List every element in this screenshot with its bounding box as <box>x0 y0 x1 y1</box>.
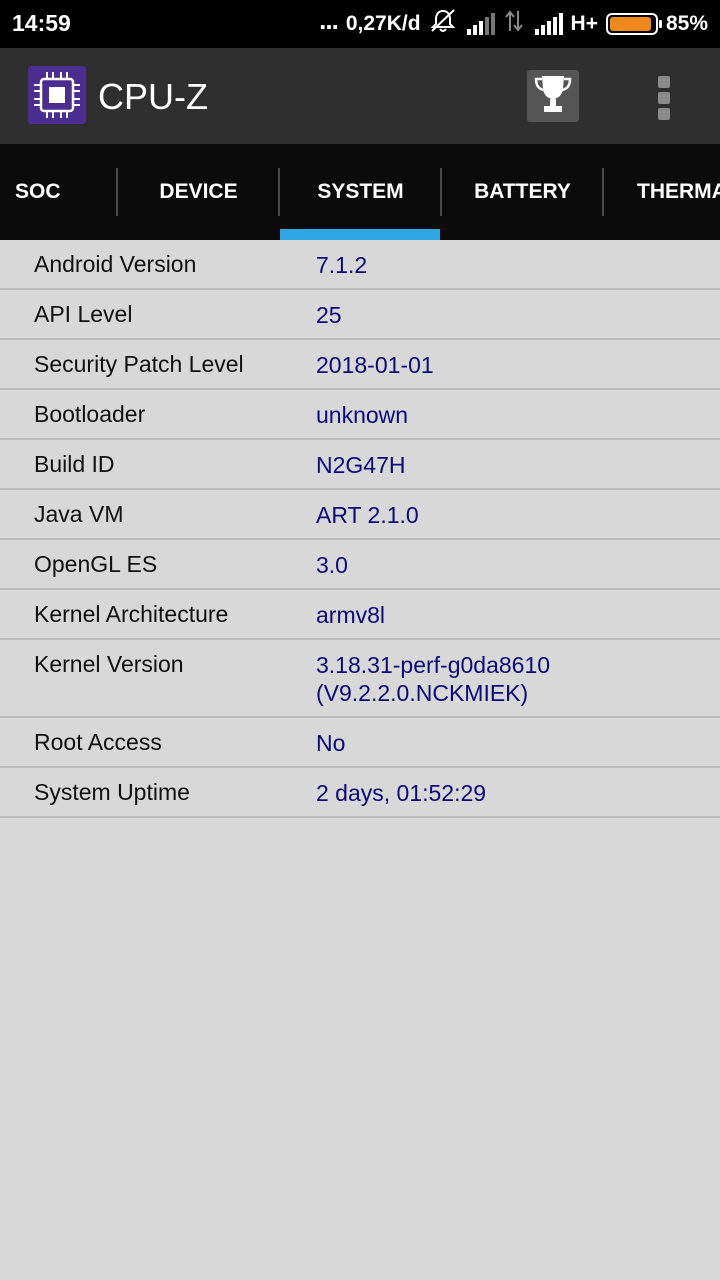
status-time: 14:59 <box>12 10 71 36</box>
cpu-chip-icon <box>28 66 86 124</box>
data-arrows-icon <box>503 9 525 39</box>
trophy-button[interactable] <box>527 70 579 122</box>
list-item: Android Version 7.1.2 <box>0 240 720 290</box>
selected-tab-indicator <box>280 229 440 240</box>
list-item: Root Access No <box>0 718 720 768</box>
row-label: Root Access <box>34 729 162 755</box>
row-label: Kernel Version <box>34 651 184 677</box>
status-indicators: ... 0,27K/d H+ 85% <box>319 0 708 48</box>
battery-percent: 85% <box>665 12 708 35</box>
row-value: 2 days, 01:52:29 <box>316 780 487 806</box>
row-value: ART 2.1.0 <box>316 502 419 528</box>
alarm-off-icon <box>429 8 457 40</box>
status-bar: 14:59 ... 0,27K/d H+ 85% <box>0 0 720 48</box>
list-item: Build ID N2G47H <box>0 440 720 490</box>
network-type: H+ <box>570 12 598 35</box>
trophy-icon <box>533 73 573 120</box>
list-item: Security Patch Level 2018-01-01 <box>0 340 720 390</box>
list-item: Kernel Architecture armv8l <box>0 590 720 640</box>
row-value: No <box>316 730 346 756</box>
row-value: 2018-01-01 <box>316 352 434 378</box>
row-value: N2G47H <box>316 452 406 478</box>
tab-bar: SOC DEVICE SYSTEM BATTERY THERMA <box>0 144 720 240</box>
list-item: Bootloader unknown <box>0 390 720 440</box>
notification-dots-icon: ... <box>319 5 339 35</box>
signal-1-icon <box>465 13 495 35</box>
row-label: Android Version <box>34 251 197 277</box>
signal-2-icon <box>533 13 563 35</box>
row-value: armv8l <box>316 602 386 628</box>
row-label: Security Patch Level <box>34 351 244 377</box>
tab-system[interactable]: SYSTEM <box>280 144 441 240</box>
row-value: 25 <box>316 302 342 328</box>
net-speed: 0,27K/d <box>345 12 421 35</box>
row-label: Bootloader <box>34 401 146 427</box>
overflow-menu-icon[interactable] <box>652 72 676 120</box>
tab-battery[interactable]: BATTERY <box>442 144 603 240</box>
app-bar: CPU-Z <box>0 48 720 144</box>
row-value: 3.0 <box>316 552 348 578</box>
row-label: API Level <box>34 301 133 327</box>
list-item: Kernel Version 3.18.31-perf-g0da8610 (V9… <box>0 640 720 718</box>
row-label: System Uptime <box>34 779 190 805</box>
list-item: System Uptime 2 days, 01:52:29 <box>0 768 720 818</box>
row-value: 7.1.2 <box>316 252 368 278</box>
list-item: Java VM ART 2.1.0 <box>0 490 720 540</box>
system-info-list: Android Version 7.1.2 API Level 25 Secur… <box>0 240 720 818</box>
row-label: Java VM <box>34 501 124 527</box>
row-value: 3.18.31-perf-g0da8610 (V9.2.2.0.NCKMIEK) <box>316 652 551 706</box>
row-value: unknown <box>316 402 409 428</box>
row-label: Kernel Architecture <box>34 601 229 627</box>
row-label: Build ID <box>34 451 115 477</box>
battery-icon <box>605 13 662 35</box>
tab-thermal[interactable]: THERMA <box>604 144 720 240</box>
app-title: CPU-Z <box>98 76 208 117</box>
list-item: OpenGL ES 3.0 <box>0 540 720 590</box>
row-label: OpenGL ES <box>34 551 158 577</box>
tab-device[interactable]: DEVICE <box>118 144 279 240</box>
list-item: API Level 25 <box>0 290 720 340</box>
